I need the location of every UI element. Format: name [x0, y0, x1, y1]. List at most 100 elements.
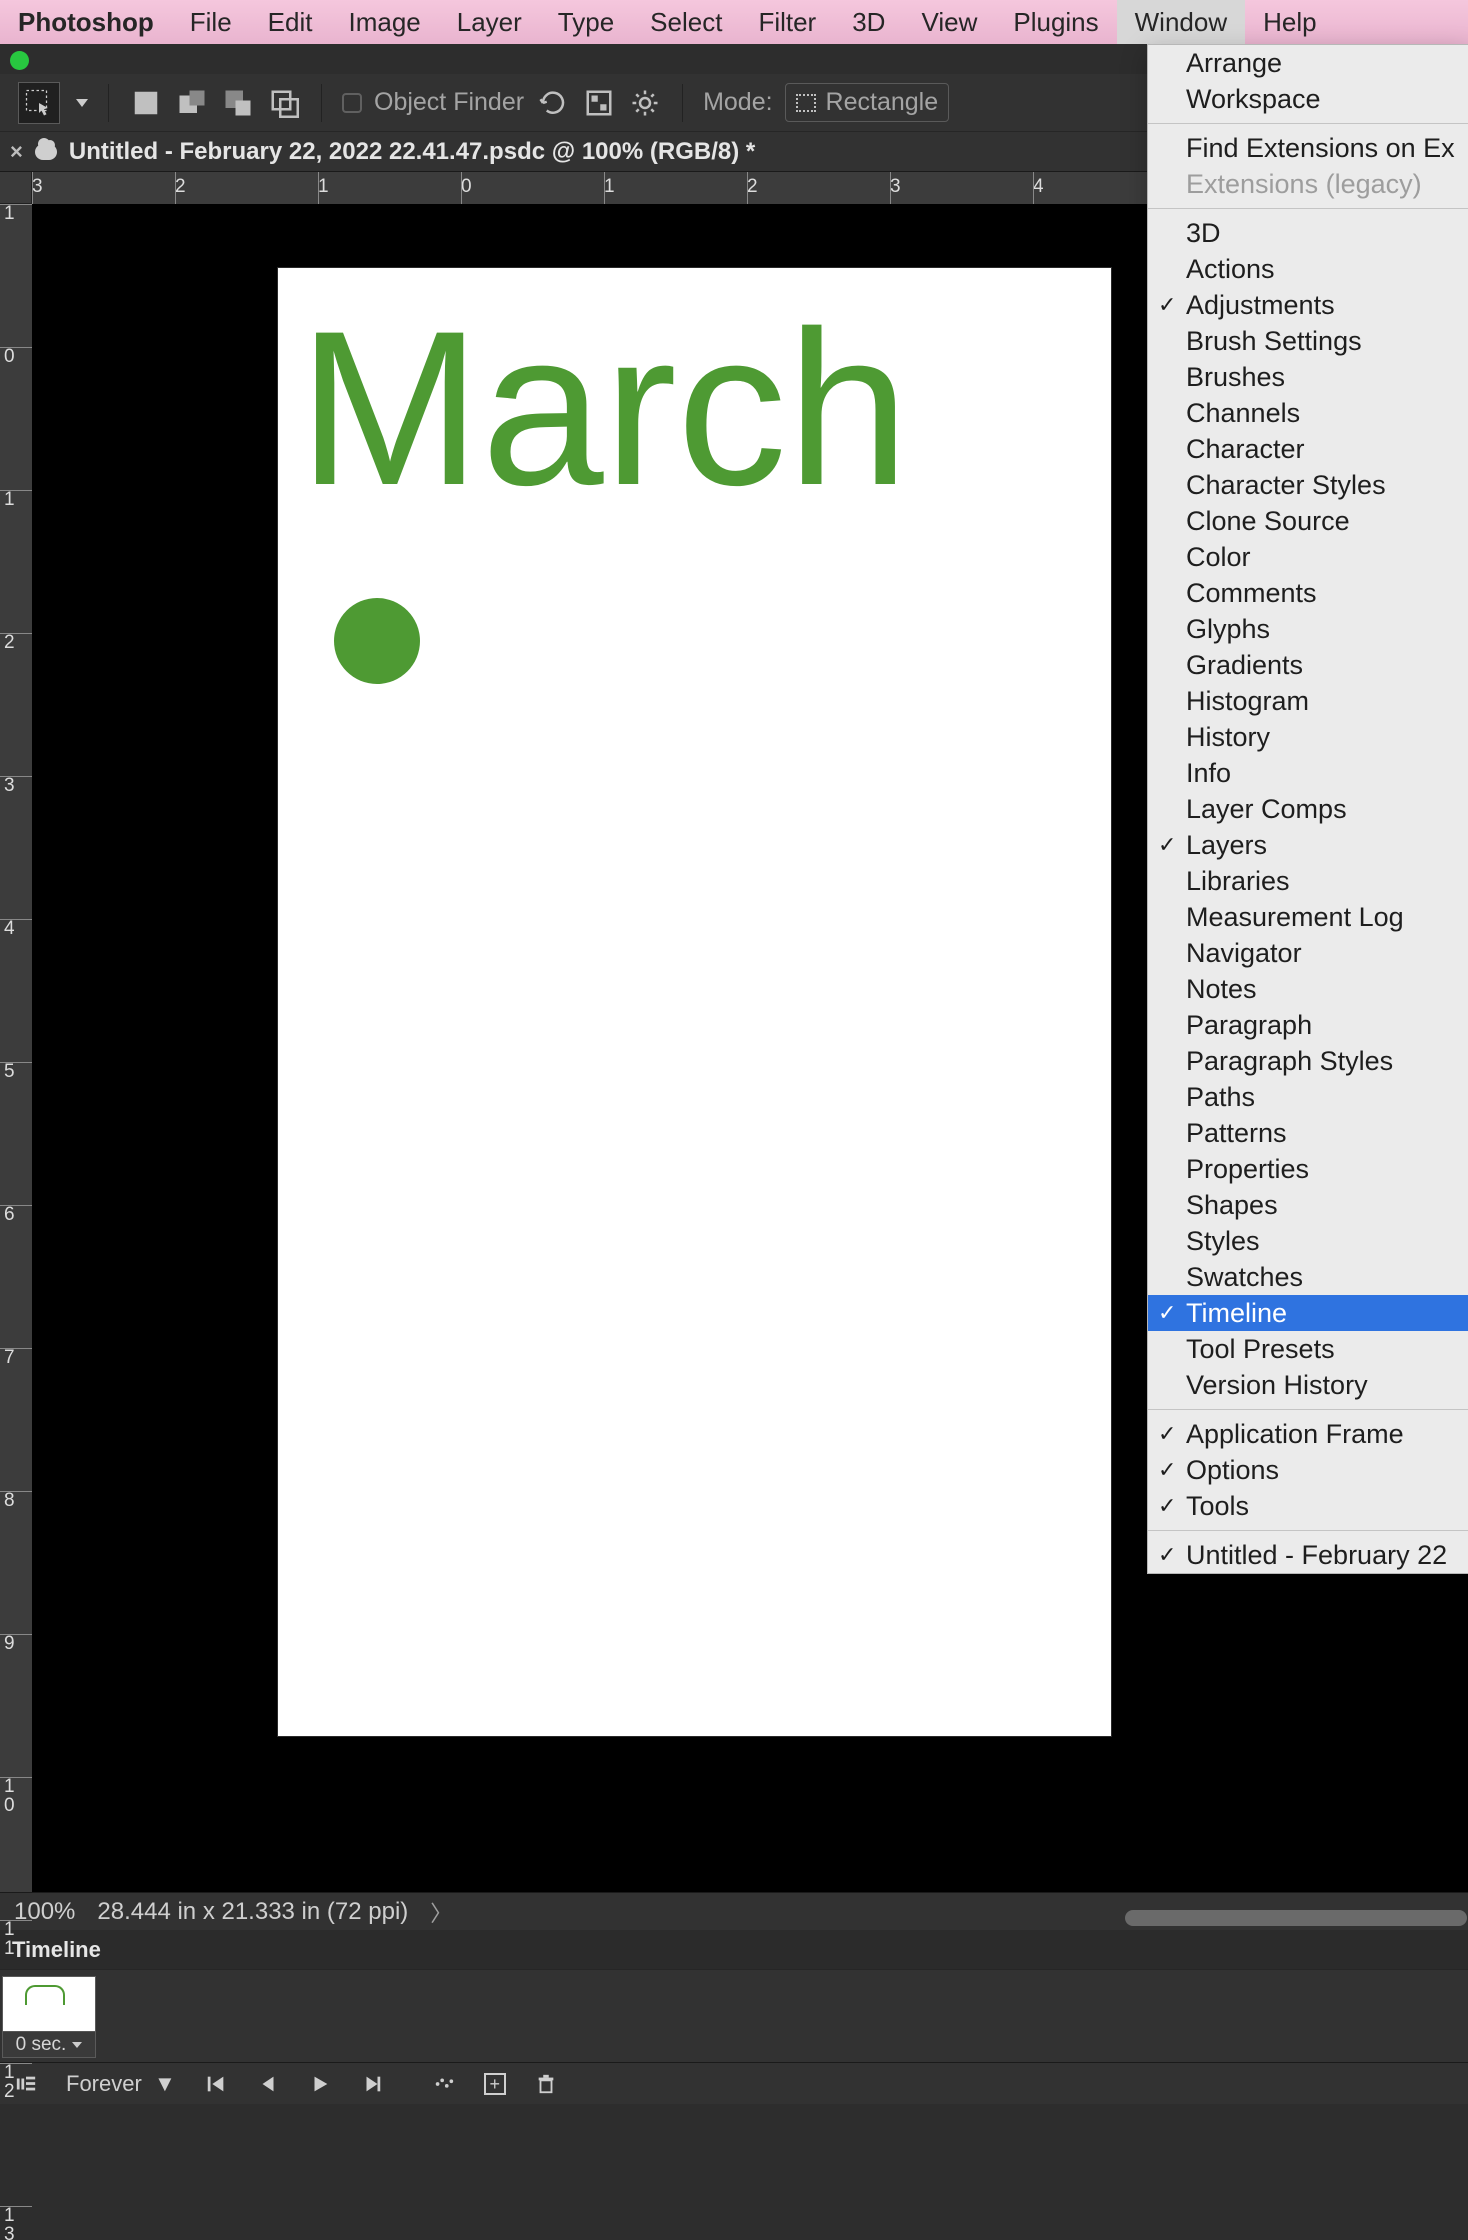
menu-item-layers[interactable]: Layers	[1148, 827, 1468, 863]
ruler-tick: 1	[0, 490, 32, 633]
new-frame-button[interactable]: +	[484, 2073, 506, 2095]
menu-item-brushes[interactable]: Brushes	[1148, 359, 1468, 395]
document-tab-title[interactable]: Untitled - February 22, 2022 22.41.47.ps…	[69, 138, 755, 166]
separator	[321, 84, 322, 122]
menu-item-find-extensions-on-ex[interactable]: Find Extensions on Ex	[1148, 130, 1468, 166]
menu-item-notes[interactable]: Notes	[1148, 971, 1468, 1007]
menu-item-application-frame[interactable]: Application Frame	[1148, 1416, 1468, 1452]
menu-select[interactable]: Select	[632, 0, 740, 44]
menu-item-options[interactable]: Options	[1148, 1452, 1468, 1488]
gear-icon[interactable]	[628, 86, 662, 120]
svg-text:March: March	[298, 285, 909, 531]
menu-item-arrange[interactable]: Arrange	[1148, 45, 1468, 81]
ruler-tick: 7	[0, 1348, 32, 1491]
menu-item-adjustments[interactable]: Adjustments	[1148, 287, 1468, 323]
menu-file[interactable]: File	[172, 0, 250, 44]
menu-item-styles[interactable]: Styles	[1148, 1223, 1468, 1259]
menu-item-character-styles[interactable]: Character Styles	[1148, 467, 1468, 503]
menu-item-character[interactable]: Character	[1148, 431, 1468, 467]
timeline-tab[interactable]: Timeline	[0, 1930, 1468, 1970]
menu-type[interactable]: Type	[540, 0, 632, 44]
menu-item-shapes[interactable]: Shapes	[1148, 1187, 1468, 1223]
menu-item-paths[interactable]: Paths	[1148, 1079, 1468, 1115]
menu-item-navigator[interactable]: Navigator	[1148, 935, 1468, 971]
menu-item-swatches[interactable]: Swatches	[1148, 1259, 1468, 1295]
object-finder-label: Object Finder	[374, 88, 524, 117]
loop-dropdown[interactable]: Forever ▼	[66, 2071, 176, 2097]
menu-item-tools[interactable]: Tools	[1148, 1488, 1468, 1524]
menu-item-histogram[interactable]: Histogram	[1148, 683, 1468, 719]
menu-item-gradients[interactable]: Gradients	[1148, 647, 1468, 683]
menu-item-patterns[interactable]: Patterns	[1148, 1115, 1468, 1151]
tool-preset-picker[interactable]	[18, 82, 60, 124]
first-frame-button[interactable]	[204, 2072, 228, 2096]
horizontal-scrollbar-thumb[interactable]	[1125, 1910, 1467, 1926]
menu-item-channels[interactable]: Channels	[1148, 395, 1468, 431]
mode-value: Rectangle	[826, 88, 939, 117]
menu-item-glyphs[interactable]: Glyphs	[1148, 611, 1468, 647]
menu-item-paragraph-styles[interactable]: Paragraph Styles	[1148, 1043, 1468, 1079]
menu-item-tool-presets[interactable]: Tool Presets	[1148, 1331, 1468, 1367]
ruler-tick: 1	[604, 172, 747, 204]
trash-icon[interactable]	[534, 2072, 558, 2096]
menu-item-color[interactable]: Color	[1148, 539, 1468, 575]
ruler-tick: 6	[0, 1205, 32, 1348]
ruler-tick: 2	[747, 172, 890, 204]
menu-item-comments[interactable]: Comments	[1148, 575, 1468, 611]
menu-help[interactable]: Help	[1245, 0, 1334, 44]
menu-item-paragraph[interactable]: Paragraph	[1148, 1007, 1468, 1043]
menu-item-libraries[interactable]: Libraries	[1148, 863, 1468, 899]
menu-item-layer-comps[interactable]: Layer Comps	[1148, 791, 1468, 827]
menu-item-untitled-february-22[interactable]: Untitled - February 22	[1148, 1537, 1468, 1573]
ruler-tick: 3	[0, 776, 32, 919]
next-frame-button[interactable]	[360, 2072, 384, 2096]
menu-separator	[1148, 1530, 1468, 1531]
ruler-tick: 13	[0, 2206, 32, 2240]
menu-item-workspace[interactable]: Workspace	[1148, 81, 1468, 117]
menu-item-clone-source[interactable]: Clone Source	[1148, 503, 1468, 539]
refresh-icon[interactable]	[536, 86, 570, 120]
mode-dropdown[interactable]: Rectangle	[785, 83, 950, 122]
selection-intersect-icon[interactable]	[267, 86, 301, 120]
menu-item-actions[interactable]: Actions	[1148, 251, 1468, 287]
menu-image[interactable]: Image	[330, 0, 438, 44]
separator	[108, 84, 109, 122]
object-finder-checkbox[interactable]	[342, 93, 362, 113]
status-caret-icon[interactable]: 〉	[430, 1896, 452, 1928]
tween-button[interactable]	[432, 2072, 456, 2096]
menu-layer[interactable]: Layer	[439, 0, 540, 44]
timeline-frame-1[interactable]: 1 0 sec.	[2, 1976, 96, 2058]
menu-item-properties[interactable]: Properties	[1148, 1151, 1468, 1187]
separator	[682, 84, 683, 122]
menu-item-history[interactable]: History	[1148, 719, 1468, 755]
menu-item-timeline[interactable]: Timeline	[1148, 1295, 1468, 1331]
ruler-tick: 9	[0, 1634, 32, 1777]
selection-subtract-icon[interactable]	[221, 86, 255, 120]
traffic-light-green[interactable]	[10, 51, 29, 70]
timeline-transport: Forever ▼ +	[0, 2062, 1468, 2104]
menu-separator	[1148, 208, 1468, 209]
menu-item-info[interactable]: Info	[1148, 755, 1468, 791]
menu-window[interactable]: Window	[1117, 0, 1245, 44]
ruler-tick: 0	[0, 347, 32, 490]
menu-item-3d[interactable]: 3D	[1148, 215, 1468, 251]
menu-item-version-history[interactable]: Version History	[1148, 1367, 1468, 1403]
selection-new-icon[interactable]	[129, 86, 163, 120]
tool-preset-caret-icon[interactable]	[76, 99, 88, 107]
show-objects-icon[interactable]	[582, 86, 616, 120]
frame-duration-button[interactable]: 0 sec.	[3, 2031, 95, 2057]
menu-item-brush-settings[interactable]: Brush Settings	[1148, 323, 1468, 359]
menu-filter[interactable]: Filter	[740, 0, 834, 44]
menu-view[interactable]: View	[903, 0, 995, 44]
document-dimensions[interactable]: 28.444 in x 21.333 in (72 ppi)	[97, 1898, 408, 1926]
menu-edit[interactable]: Edit	[250, 0, 331, 44]
menu-3d[interactable]: 3D	[834, 0, 903, 44]
prev-frame-button[interactable]	[256, 2072, 280, 2096]
canvas[interactable]: March	[278, 268, 1111, 1736]
tab-close-button[interactable]: ×	[10, 139, 23, 165]
selection-add-icon[interactable]	[175, 86, 209, 120]
menu-item-measurement-log[interactable]: Measurement Log	[1148, 899, 1468, 935]
chevron-down-icon	[72, 2042, 82, 2048]
play-button[interactable]	[308, 2072, 332, 2096]
menu-plugins[interactable]: Plugins	[995, 0, 1116, 44]
